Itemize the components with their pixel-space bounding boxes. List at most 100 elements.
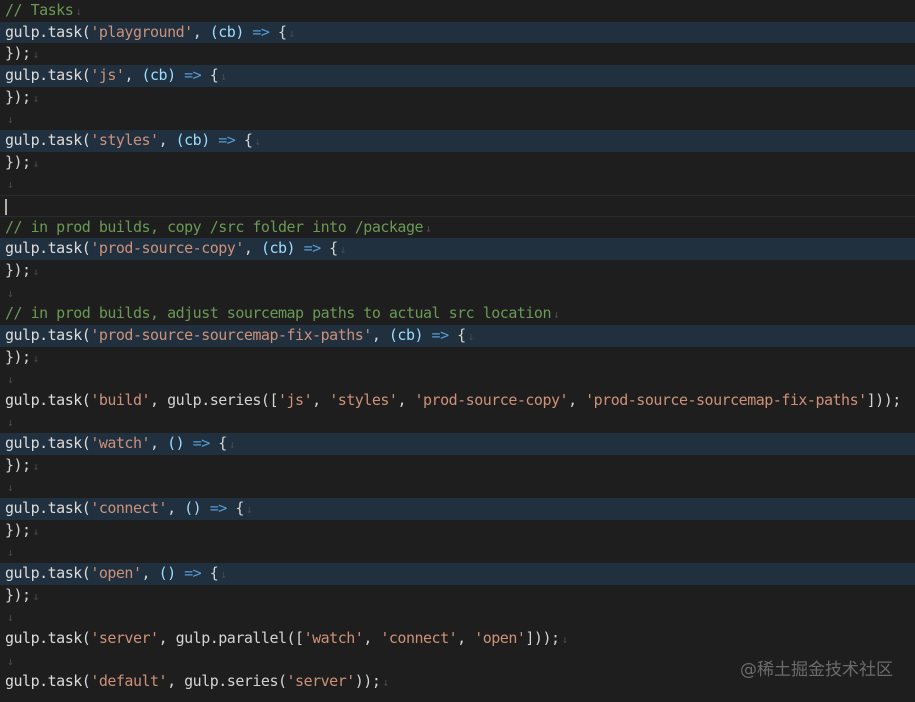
code-token: // in prod builds, adjust sourcemap path… <box>5 304 551 323</box>
code-line[interactable]: ↓ <box>0 368 915 390</box>
code-line[interactable]: }); ↓ <box>0 347 915 369</box>
code-line[interactable]: gulp.task('open', () => {↓ <box>0 563 915 585</box>
code-line[interactable]: gulp.task('styles', (cb) => {↓ <box>0 129 915 152</box>
code-token: 'styles' <box>90 130 159 149</box>
code-token: (cb) <box>175 130 211 149</box>
code-token: 'build' <box>90 390 151 409</box>
code-token: gulp.task( <box>5 434 91 453</box>
code-token: gulp.task( <box>5 130 91 149</box>
code-token: }); <box>5 455 31 474</box>
code-line[interactable]: ↓ <box>0 282 915 304</box>
watermark: @稀土掘金技术社区 <box>740 660 893 680</box>
code-line[interactable]: gulp.task('playground', (cb) => {↓ <box>0 21 915 44</box>
code-token: // Tasks <box>5 1 74 19</box>
code-token: gulp.task( <box>5 564 91 583</box>
code-token: )); <box>354 672 381 691</box>
code-token: 'playground' <box>90 22 193 41</box>
code-token: , <box>150 434 168 453</box>
code-token: }); <box>5 87 31 106</box>
code-token: 'js' <box>278 390 313 409</box>
code-token: }); <box>5 260 31 279</box>
eol-marker-icon: ↓ <box>32 524 40 538</box>
code-token: }); <box>5 152 31 171</box>
code-token: }); <box>5 585 31 604</box>
eol-marker-icon: ↓ <box>7 178 14 192</box>
code-token: 'prod-source-sourcemap-fix-paths' <box>90 325 372 344</box>
code-token: gulp.task( <box>5 22 91 41</box>
code-token: gulp.task( <box>5 499 91 518</box>
eol-marker-icon: ↓ <box>467 329 475 343</box>
code-line[interactable]: }); ↓ <box>0 520 915 542</box>
code-line[interactable]: }); ↓ <box>0 87 915 109</box>
code-line[interactable]: }); ↓ <box>0 152 915 174</box>
code-line[interactable]: gulp.task('watch', () => {↓ <box>0 433 915 455</box>
code-token: { <box>235 130 253 149</box>
code-line[interactable]: ↓ <box>0 411 915 433</box>
eol-marker-icon: ↓ <box>7 373 14 387</box>
code-line[interactable]: }); ↓ <box>0 260 915 282</box>
eol-marker-icon: ↓ <box>220 568 227 582</box>
code-token: , <box>457 629 475 648</box>
code-line[interactable]: }); ↓ <box>0 585 915 607</box>
eol-marker-icon: ↓ <box>7 481 14 495</box>
code-token: , gulp.parallel([ <box>158 629 305 648</box>
code-line[interactable]: gulp.task('prod-source-copy', (cb) => {↓ <box>0 238 915 260</box>
eol-marker-icon: ↓ <box>220 69 227 83</box>
code-token: gulp.task( <box>5 325 91 344</box>
code-token: }); <box>5 520 31 539</box>
code-token: , <box>397 390 415 409</box>
eol-marker-icon: ↓ <box>32 91 40 105</box>
code-token: { <box>269 22 287 41</box>
code-line[interactable]: // in prod builds, copy /src folder into… <box>0 217 915 239</box>
code-token: , gulp.series([ <box>150 390 278 409</box>
code-token: , <box>167 499 185 518</box>
code-line[interactable]: ↓ <box>0 476 915 498</box>
code-token: gulp.task( <box>5 672 91 691</box>
code-line[interactable]: ↓ <box>0 541 915 563</box>
code-token: , <box>124 65 142 84</box>
code-token: 'connect' <box>90 499 168 518</box>
code-editor[interactable]: // Tasks ↓ gulp.task('playground', (cb) =>… <box>0 0 915 702</box>
code-line[interactable]: ↓ <box>0 173 915 195</box>
code-line[interactable]: gulp.task('server', gulp.parallel(['watc… <box>0 628 915 650</box>
code-token: 'open' <box>474 629 526 648</box>
code-line[interactable]: }); ↓ <box>0 455 915 477</box>
code-token: }); <box>5 347 31 366</box>
code-token: { <box>201 65 219 84</box>
code-line[interactable]: }); ↓ <box>0 43 915 65</box>
code-token: => <box>303 239 322 258</box>
code-token: gulp.task( <box>5 239 91 258</box>
code-line[interactable]: // in prod builds, adjust sourcemap path… <box>0 303 915 325</box>
code-line[interactable]: gulp.task('build', gulp.series(['js', 's… <box>0 390 915 412</box>
code-token: => <box>431 325 450 344</box>
eol-marker-icon: ↓ <box>425 221 432 235</box>
code-token: () <box>167 434 185 453</box>
eol-marker-icon: ↓ <box>32 48 40 62</box>
code-lines[interactable]: // Tasks ↓ gulp.task('playground', (cb) =>… <box>0 0 915 693</box>
eol-marker-icon: ↓ <box>552 308 560 322</box>
code-token: , <box>141 564 159 583</box>
eol-marker-icon: ↓ <box>32 264 40 278</box>
code-line[interactable] <box>0 194 915 217</box>
code-token: 'prod-source-copy' <box>414 390 569 409</box>
code-token: // in prod builds, copy /src folder into… <box>5 217 424 236</box>
eol-marker-icon: ↓ <box>32 459 40 473</box>
code-token: gulp.task( <box>5 65 91 84</box>
code-line[interactable]: gulp.task('connect', () => {↓ <box>0 498 915 520</box>
code-line[interactable]: // Tasks ↓ <box>0 0 915 22</box>
code-token: { <box>209 434 227 453</box>
eol-marker-icon: ↓ <box>32 589 40 603</box>
code-line[interactable]: gulp.task('prod-source-sourcemap-fix-pat… <box>0 324 915 347</box>
code-token: 'watch' <box>90 434 151 453</box>
eol-marker-icon: ↓ <box>7 611 14 625</box>
code-token: (cb) <box>209 22 245 41</box>
code-line[interactable]: gulp.task('js', (cb) => {↓ <box>0 64 915 87</box>
code-line[interactable]: ↓ <box>0 108 915 130</box>
code-token: , <box>243 239 261 258</box>
code-token: , gulp.series( <box>167 672 287 691</box>
code-token: => <box>192 434 211 453</box>
code-line[interactable]: ↓ <box>0 606 915 628</box>
